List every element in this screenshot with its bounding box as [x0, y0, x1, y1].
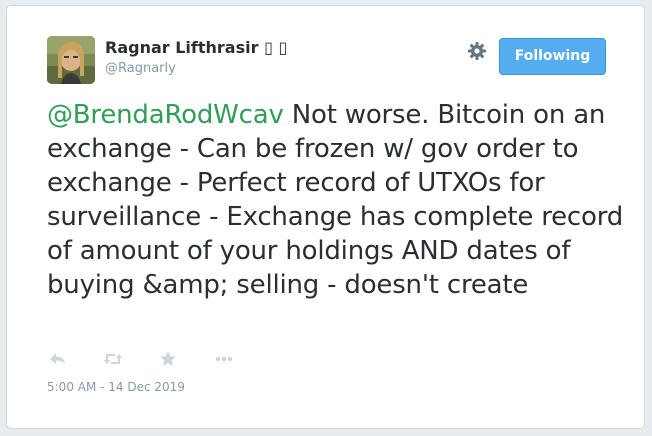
- tweet-text: @BrendaRodWcav Not worse. Bitcoin on an …: [47, 98, 627, 302]
- retweet-icon[interactable]: [102, 348, 124, 370]
- author-name-glyphs: ▯ ▯: [264, 38, 288, 57]
- mention-link[interactable]: @BrendaRodWcav: [47, 100, 284, 130]
- tweet-body: Not worse. Bitcoin on an exchange - Can …: [47, 100, 624, 300]
- avatar-image: [47, 36, 95, 84]
- gear-icon[interactable]: [467, 41, 487, 61]
- tweet-timestamp[interactable]: 5:00 AM - 14 Dec 2019: [47, 380, 185, 394]
- author-handle[interactable]: @Ragnarly: [105, 61, 176, 76]
- author-name[interactable]: Ragnar Lifthrasir ▯ ▯: [105, 38, 287, 57]
- reply-icon[interactable]: [47, 348, 69, 370]
- author-avatar[interactable]: [47, 36, 95, 84]
- author-name-text: Ragnar Lifthrasir: [105, 38, 259, 57]
- tweet-card: Ragnar Lifthrasir ▯ ▯ @Ragnarly Followin…: [6, 5, 645, 429]
- following-button[interactable]: Following: [499, 38, 606, 75]
- star-icon[interactable]: [157, 348, 179, 370]
- more-icon[interactable]: [213, 348, 235, 370]
